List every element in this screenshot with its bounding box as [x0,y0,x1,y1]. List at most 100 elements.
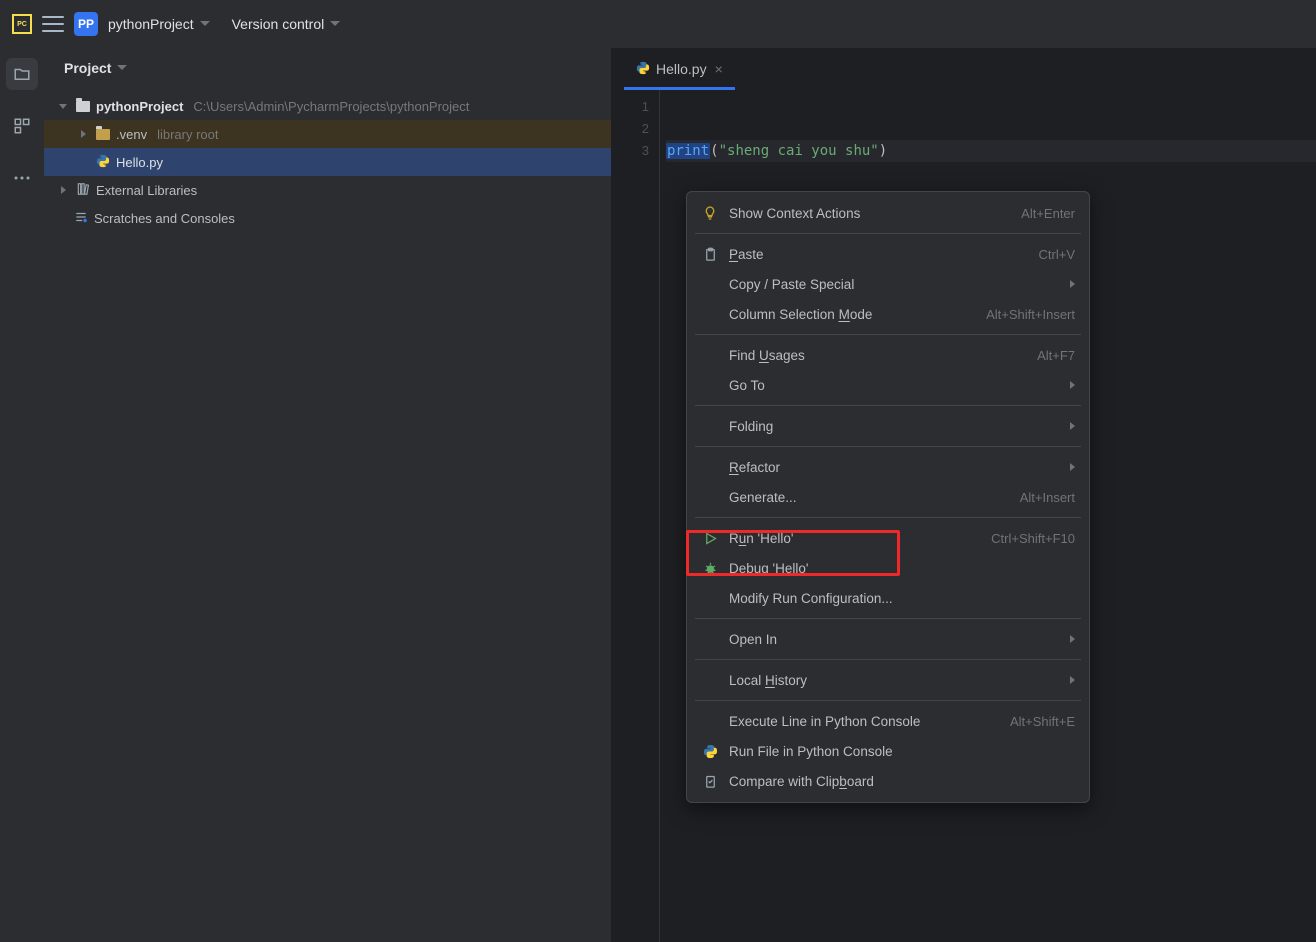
menu-shortcut: Alt+Shift+E [1010,714,1075,729]
folder-icon [76,101,90,112]
chevron-down-icon[interactable] [56,104,70,109]
main-menu-button[interactable] [42,16,64,32]
library-icon [76,182,90,199]
menu-item-show-context-actions[interactable]: Show Context Actions Alt+Enter [687,198,1089,228]
pycharm-app-icon [12,14,32,34]
chevron-right-icon[interactable] [76,130,90,138]
menu-item-label: Show Context Actions [729,206,999,221]
menu-item-open-in[interactable]: Open In [687,624,1089,654]
tab-hello[interactable]: Hello.py × [624,50,735,88]
tree-external-libraries[interactable]: External Libraries [44,176,611,204]
menu-separator [695,659,1081,660]
play-icon [701,529,719,547]
menu-item-label: Go To [729,378,1060,393]
chevron-right-icon [1070,381,1075,389]
scratches-icon [74,210,88,227]
menu-item-label: Open In [729,632,1060,647]
menu-item-refactor[interactable]: Refactor [687,452,1089,482]
project-panel-header[interactable]: Project [44,48,611,88]
menu-separator [695,446,1081,447]
bug-icon [701,559,719,577]
menu-item-label: Compare with Clipboard [729,774,1075,789]
structure-tool-button[interactable] [6,110,38,142]
project-panel: Project pythonProject C:\Users\Admin\Pyc… [44,48,612,942]
menu-item-label: Paste [729,247,1017,262]
editor-tabs: Hello.py × [612,48,1316,88]
menu-item-label: Local History [729,673,1060,688]
menu-item-debug[interactable]: Debug 'Hello' [687,553,1089,583]
menu-item-find-usages[interactable]: Find Usages Alt+F7 [687,340,1089,370]
chevron-right-icon[interactable] [56,186,70,194]
project-badge[interactable]: PP [74,12,98,36]
menu-item-label: Debug 'Hello' [729,561,1075,576]
token-fn: print [666,143,710,159]
code-line-3[interactable]: print("sheng cai you shu") [666,140,1316,162]
menu-shortcut: Ctrl+Shift+F10 [991,531,1075,546]
tab-filename: Hello.py [656,61,707,77]
menu-shortcut: Alt+Enter [1021,206,1075,221]
chevron-right-icon [1070,676,1075,684]
menu-shortcut: Alt+Shift+Insert [986,307,1075,322]
project-name: pythonProject [108,16,194,32]
version-control-menu[interactable]: Version control [232,16,341,32]
external-label: External Libraries [96,183,197,198]
menu-item-exec-console[interactable]: Execute Line in Python ConsoleAlt+Shift+… [687,706,1089,736]
scratch-label: Scratches and Consoles [94,211,235,226]
menu-item-run-console[interactable]: Run File in Python Console [687,736,1089,766]
python-icon [701,742,719,760]
menu-item-modify-run-config[interactable]: Modify Run Configuration... [687,583,1089,613]
menu-item-column-selection[interactable]: Column Selection Mode Alt+Shift+Insert [687,299,1089,329]
token-paren-close: ) [879,143,887,159]
chevron-down-icon [200,21,210,27]
menu-item-run[interactable]: Run 'Hello'Ctrl+Shift+F10 [687,523,1089,553]
chevron-right-icon [1070,463,1075,471]
menu-item-label: Modify Run Configuration... [729,591,1075,606]
chevron-down-icon [117,65,127,71]
menu-item-label: Find Usages [729,348,1015,363]
menu-item-folding[interactable]: Folding [687,411,1089,441]
menu-item-go-to[interactable]: Go To [687,370,1089,400]
tree-scratches[interactable]: Scratches and Consoles [44,204,611,232]
menu-item-compare-clipboard[interactable]: Compare with Clipboard [687,766,1089,796]
venv-name: .venv [116,127,147,142]
folder-icon [96,129,110,140]
line-number: 1 [612,96,649,118]
menu-item-paste[interactable]: Paste Ctrl+V [687,239,1089,269]
chevron-down-icon [330,21,340,27]
close-tab-icon[interactable]: × [715,61,723,77]
tree-file-hello[interactable]: Hello.py [44,148,611,176]
chevron-right-icon [1070,422,1075,430]
menu-separator [695,233,1081,234]
venv-note: library root [157,127,218,142]
tree-venv[interactable]: .venv library root [44,120,611,148]
menu-item-label: Refactor [729,460,1060,475]
line-number: 2 [612,118,649,140]
menu-separator [695,700,1081,701]
root-name: pythonProject [96,99,183,114]
project-selector[interactable]: pythonProject [108,16,210,32]
menu-item-label: Run File in Python Console [729,744,1075,759]
file-name: Hello.py [116,155,163,170]
menu-separator [695,517,1081,518]
menu-item-generate[interactable]: Generate...Alt+Insert [687,482,1089,512]
line-number: 3 [612,140,649,162]
more-tools-button[interactable] [6,162,38,194]
root-path: C:\Users\Admin\PycharmProjects\pythonPro… [193,99,469,114]
code-line[interactable] [666,118,1316,140]
bulb-icon [701,204,719,222]
chevron-right-icon [1070,635,1075,643]
menu-item-label: Generate... [729,490,998,505]
menu-item-label: Copy / Paste Special [729,277,1060,292]
menu-shortcut: Alt+F7 [1037,348,1075,363]
code-line[interactable] [666,96,1316,118]
menu-separator [695,334,1081,335]
menu-item-local-history[interactable]: Local History [687,665,1089,695]
top-toolbar: PP pythonProject Version control [0,0,1316,48]
project-tool-button[interactable] [6,58,38,90]
python-file-icon [96,154,110,171]
menu-item-label: Column Selection Mode [729,307,964,322]
menu-shortcut: Ctrl+V [1039,247,1075,262]
chevron-right-icon [1070,280,1075,288]
tree-root[interactable]: pythonProject C:\Users\Admin\PycharmProj… [44,92,611,120]
menu-item-copy-paste-special[interactable]: Copy / Paste Special [687,269,1089,299]
